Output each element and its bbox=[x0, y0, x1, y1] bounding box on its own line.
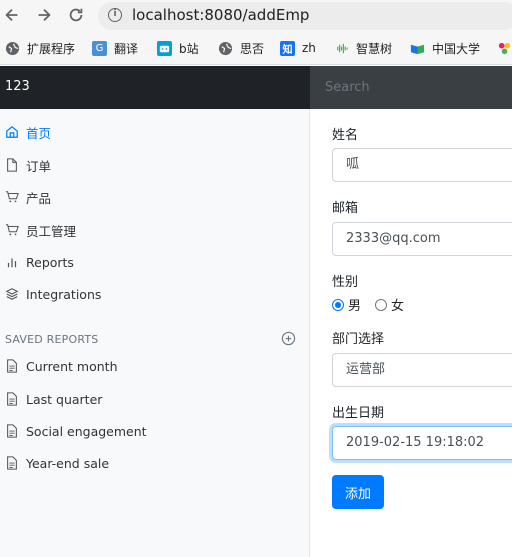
file-text-icon bbox=[4, 455, 20, 471]
search-input[interactable] bbox=[310, 66, 512, 109]
name-input[interactable]: 呱 bbox=[332, 148, 512, 182]
cart-icon bbox=[4, 189, 20, 205]
file-icon bbox=[4, 157, 20, 173]
bookmark-zhihu[interactable]: 知 zh bbox=[280, 39, 316, 57]
globe-icon bbox=[218, 41, 233, 56]
bar-chart-icon bbox=[4, 254, 20, 270]
zhihu-icon: 知 bbox=[280, 40, 295, 56]
brand-link[interactable]: 123 bbox=[5, 79, 30, 94]
file-text-icon bbox=[4, 391, 20, 407]
bookmark-segmentfault[interactable]: 思否 bbox=[218, 39, 264, 57]
sidebar-item-home[interactable]: 首页 bbox=[0, 118, 300, 146]
gender-female-label[interactable]: 女 bbox=[391, 295, 404, 314]
name-label: 姓名 bbox=[332, 128, 359, 143]
address-bar[interactable]: i localhost:8080/addEmp bbox=[98, 2, 512, 30]
globe-icon bbox=[5, 41, 20, 56]
report-social-engagement[interactable]: Social engagement bbox=[0, 417, 300, 445]
gender-label: 性别 bbox=[332, 275, 359, 290]
department-select[interactable]: 运营部 bbox=[332, 353, 512, 387]
email-label: 邮箱 bbox=[332, 201, 359, 216]
info-icon[interactable]: i bbox=[108, 8, 122, 22]
reload-icon[interactable] bbox=[66, 6, 86, 26]
forward-arrow-icon[interactable] bbox=[34, 6, 54, 26]
bookmark-mooc[interactable]: 中国大学 bbox=[410, 39, 480, 57]
add-button[interactable]: 添加 bbox=[332, 475, 384, 509]
sidebar-item-integrations[interactable]: Integrations bbox=[0, 280, 300, 308]
navbar-search-area bbox=[310, 66, 512, 109]
bookmark-zhihuishu[interactable]: 智慧树 bbox=[334, 39, 392, 57]
add-employee-form: 姓名 呱 邮箱 2333@qq.com 性别 男 女 部门选择 运营部 出生日期… bbox=[310, 109, 512, 557]
gender-female-radio[interactable] bbox=[375, 298, 388, 311]
bookmark-more[interactable] bbox=[497, 39, 512, 57]
sidebar: 首页 订单 产品 员工管理 Reports Integrations SAVED… bbox=[0, 109, 310, 557]
sidebar-item-orders[interactable]: 订单 bbox=[0, 151, 300, 179]
back-arrow-icon[interactable] bbox=[2, 6, 22, 26]
gender-male-radio[interactable] bbox=[332, 298, 344, 311]
mooc-icon bbox=[410, 41, 425, 56]
url-text: localhost:8080/addEmp bbox=[132, 6, 310, 24]
bookmark-bilibili[interactable]: b站 bbox=[157, 39, 199, 57]
email-input[interactable]: 2333@qq.com bbox=[332, 222, 512, 256]
saved-reports-heading: SAVED REPORTS bbox=[5, 333, 99, 346]
sidebar-item-products[interactable]: 产品 bbox=[0, 183, 300, 211]
sidebar-item-reports[interactable]: Reports bbox=[0, 248, 300, 276]
birth-date-label: 出生日期 bbox=[332, 406, 385, 421]
gender-male-label[interactable]: 男 bbox=[348, 295, 361, 314]
bilibili-icon bbox=[157, 40, 172, 56]
bookmark-translate[interactable]: G 翻译 bbox=[92, 39, 138, 57]
birth-date-input[interactable]: 2019-02-15 19:18:02 bbox=[332, 426, 512, 460]
department-label: 部门选择 bbox=[332, 332, 385, 347]
file-text-icon bbox=[4, 358, 20, 374]
report-current-month[interactable]: Current month bbox=[0, 352, 300, 380]
layers-icon bbox=[4, 286, 20, 302]
cart-icon bbox=[4, 222, 20, 238]
file-text-icon bbox=[4, 423, 20, 439]
bookmarks-bar: 扩展程序 G 翻译 b站 思否 知 zh 智慧树 中国大学 bbox=[0, 32, 512, 65]
report-year-end-sale[interactable]: Year-end sale bbox=[0, 449, 300, 477]
home-icon bbox=[4, 124, 20, 140]
gender-radio-group: 男 女 bbox=[332, 295, 418, 314]
plus-circle-icon[interactable] bbox=[281, 331, 296, 346]
colorful-logo-icon bbox=[497, 41, 512, 56]
translate-icon: G bbox=[92, 40, 107, 56]
audio-bars-icon bbox=[334, 41, 349, 56]
sidebar-item-employees[interactable]: 员工管理 bbox=[0, 216, 300, 244]
report-last-quarter[interactable]: Last quarter bbox=[0, 385, 300, 413]
bookmark-extensions[interactable]: 扩展程序 bbox=[5, 39, 75, 57]
navbar-brand-area: 123 bbox=[0, 66, 310, 109]
browser-toolbar: i localhost:8080/addEmp bbox=[0, 0, 512, 32]
